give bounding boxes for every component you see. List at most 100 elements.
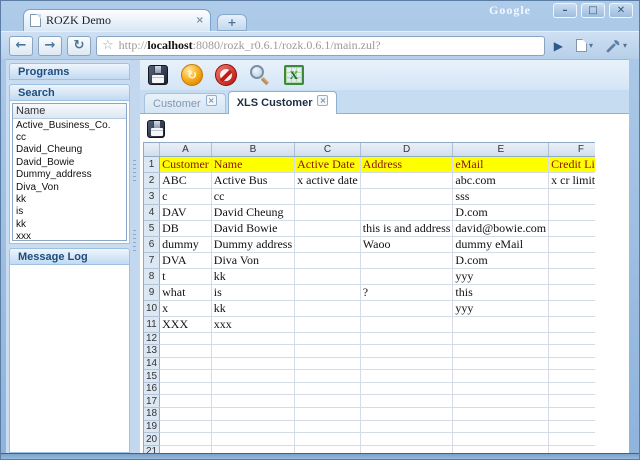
- cell-A5[interactable]: DB: [159, 220, 212, 237]
- cell-C4[interactable]: [294, 204, 361, 221]
- row-header-13[interactable]: 13: [144, 344, 161, 358]
- cell-D18[interactable]: [360, 407, 454, 421]
- panel-search[interactable]: Search: [9, 84, 130, 101]
- cell-B11[interactable]: xxx: [211, 316, 296, 333]
- cell-E9[interactable]: this: [452, 284, 550, 301]
- list-column-header[interactable]: Name: [13, 104, 126, 119]
- cell-A8[interactable]: t: [159, 268, 212, 285]
- cell-E21[interactable]: [452, 445, 550, 453]
- cell-D7[interactable]: [360, 252, 454, 269]
- cell-D4[interactable]: [360, 204, 454, 221]
- cell-C3[interactable]: [294, 188, 361, 205]
- cell-C20[interactable]: [294, 432, 361, 446]
- list-item[interactable]: David_Cheung: [13, 144, 126, 156]
- col-header-F[interactable]: F: [548, 143, 595, 157]
- row-header-15[interactable]: 15: [144, 369, 161, 383]
- list-item[interactable]: cc: [13, 131, 126, 143]
- cell-B12[interactable]: [211, 332, 296, 346]
- tab-close-button[interactable]: ×: [317, 94, 329, 106]
- cell-F17[interactable]: [548, 394, 595, 409]
- tools-menu-button[interactable]: ▾: [602, 38, 631, 53]
- grid-corner[interactable]: [144, 143, 161, 157]
- cell-E18[interactable]: [452, 407, 550, 421]
- cell-D10[interactable]: [360, 300, 454, 317]
- cell-D16[interactable]: [360, 382, 454, 396]
- cell-C17[interactable]: [294, 394, 361, 409]
- row-header-2[interactable]: 2: [144, 172, 161, 189]
- cell-E8[interactable]: yyy: [452, 268, 550, 285]
- maximize-button[interactable]: □: [581, 3, 605, 18]
- cell-E10[interactable]: yyy: [452, 300, 550, 317]
- cell-B16[interactable]: [211, 382, 296, 396]
- url-text[interactable]: http://localhost:8080/rozk_r0.6.1/rozk.0…: [119, 38, 381, 53]
- col-header-D[interactable]: D: [360, 143, 454, 157]
- cell-F16[interactable]: [548, 382, 595, 396]
- cell-B8[interactable]: kk: [211, 268, 296, 285]
- cell-D3[interactable]: [360, 188, 454, 205]
- cell-A11[interactable]: XXX: [159, 316, 212, 333]
- row-header-19[interactable]: 19: [144, 420, 161, 434]
- cell-C2[interactable]: x active date: [294, 172, 361, 189]
- col-header-C[interactable]: C: [294, 143, 361, 157]
- back-button[interactable]: ←: [9, 35, 33, 56]
- list-item[interactable]: kk: [13, 218, 126, 230]
- row-header-7[interactable]: 7: [144, 252, 161, 269]
- cell-C15[interactable]: [294, 369, 361, 383]
- cell-C9[interactable]: [294, 284, 361, 301]
- cell-E11[interactable]: [452, 316, 550, 333]
- cell-D14[interactable]: [360, 357, 454, 371]
- cell-F19[interactable]: [548, 420, 595, 434]
- refresh-button[interactable]: ↻: [180, 63, 204, 87]
- cell-B6[interactable]: Dummy address: [211, 236, 296, 253]
- cancel-button[interactable]: [214, 63, 238, 87]
- cell-F11[interactable]: [548, 316, 595, 333]
- row-header-17[interactable]: 17: [144, 394, 161, 409]
- cell-F9[interactable]: [548, 284, 595, 301]
- cell-F20[interactable]: [548, 432, 595, 446]
- cell-B15[interactable]: [211, 369, 296, 383]
- list-item[interactable]: Diva_Von: [13, 181, 126, 193]
- save-button[interactable]: [146, 63, 170, 87]
- cell-A20[interactable]: [159, 432, 212, 446]
- tab-close-icon[interactable]: ×: [196, 15, 204, 26]
- cell-B18[interactable]: [211, 407, 296, 421]
- cell-A2[interactable]: ABC: [159, 172, 212, 189]
- cell-E3[interactable]: sss: [452, 188, 550, 205]
- cell-C6[interactable]: [294, 236, 361, 253]
- cell-B3[interactable]: cc: [211, 188, 296, 205]
- cell-F7[interactable]: [548, 252, 595, 269]
- cell-D21[interactable]: [360, 445, 454, 453]
- cell-D5[interactable]: this is and address: [360, 220, 454, 237]
- cell-B17[interactable]: [211, 394, 296, 409]
- cell-B13[interactable]: [211, 344, 296, 358]
- row-header-11[interactable]: 11: [144, 316, 161, 333]
- cell-D12[interactable]: [360, 332, 454, 346]
- row-header-10[interactable]: 10: [144, 300, 161, 317]
- cell-C21[interactable]: [294, 445, 361, 453]
- cell-C11[interactable]: [294, 316, 361, 333]
- row-header-8[interactable]: 8: [144, 268, 161, 285]
- cell-D17[interactable]: [360, 394, 454, 409]
- cell-B19[interactable]: [211, 420, 296, 434]
- sheet-save-button[interactable]: [145, 118, 167, 140]
- cell-C14[interactable]: [294, 357, 361, 371]
- cell-A16[interactable]: [159, 382, 212, 396]
- cell-B21[interactable]: [211, 445, 296, 453]
- cell-F12[interactable]: [548, 332, 595, 346]
- cell-A18[interactable]: [159, 407, 212, 421]
- cell-D20[interactable]: [360, 432, 454, 446]
- cell-A17[interactable]: [159, 394, 212, 409]
- cell-E4[interactable]: D.com: [452, 204, 550, 221]
- close-button[interactable]: ✕: [609, 3, 633, 18]
- cell-C1[interactable]: Active Date: [294, 156, 361, 173]
- cell-A9[interactable]: what: [159, 284, 212, 301]
- cell-F15[interactable]: [548, 369, 595, 383]
- row-header-4[interactable]: 4: [144, 204, 161, 221]
- cell-D1[interactable]: Address: [360, 156, 454, 173]
- cell-B4[interactable]: David Cheung: [211, 204, 296, 221]
- cell-A14[interactable]: [159, 357, 212, 371]
- cell-F21[interactable]: [548, 445, 595, 453]
- cell-C19[interactable]: [294, 420, 361, 434]
- col-header-E[interactable]: E: [452, 143, 550, 157]
- cell-F6[interactable]: [548, 236, 595, 253]
